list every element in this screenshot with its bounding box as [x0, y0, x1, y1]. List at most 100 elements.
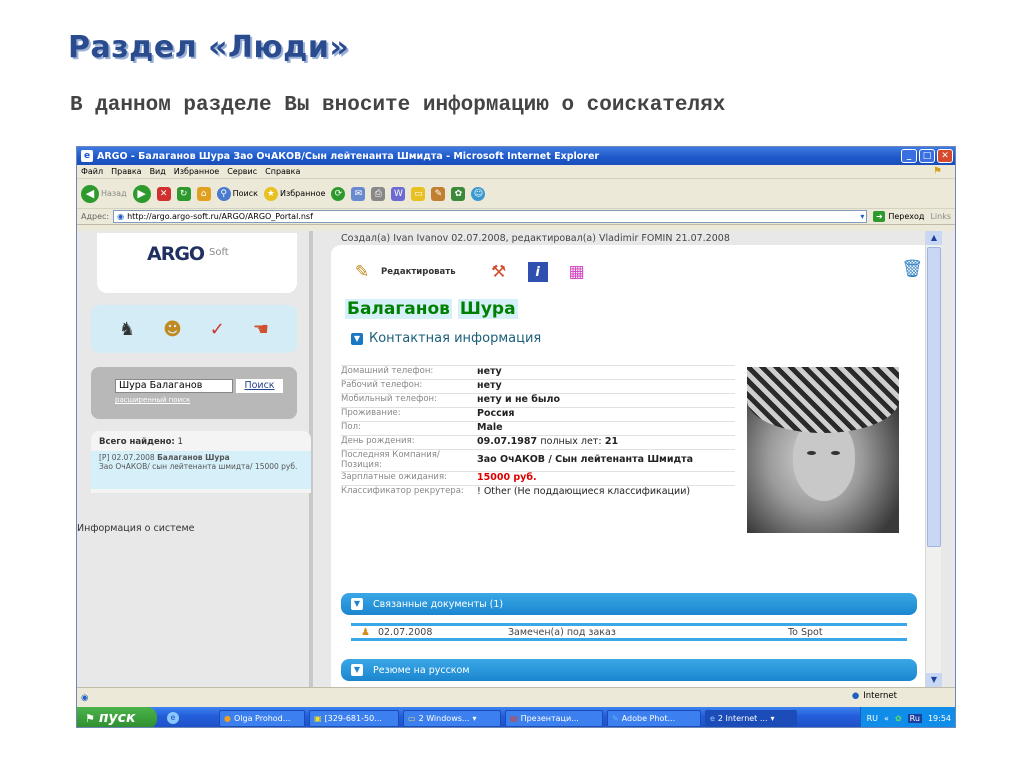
search-button[interactable]: ⚲ Поиск: [216, 186, 258, 201]
contact-section-label: Контактная информация: [369, 331, 542, 346]
hammer-icon[interactable]: ⚒: [486, 259, 512, 285]
related-docs-header[interactable]: ▼ Связанные документы (1): [341, 593, 917, 615]
resume-section-header[interactable]: ▼ Резюме на русском: [341, 659, 917, 681]
info-icon[interactable]: i: [527, 262, 548, 282]
results-count: Всего найдено: 1: [99, 437, 183, 447]
menu-help[interactable]: Справка: [265, 167, 300, 176]
trash-icon[interactable]: 🗑: [901, 259, 923, 279]
quicklaunch-ie-icon[interactable]: e: [167, 712, 179, 724]
tray-app-icon[interactable]: ✿: [895, 714, 902, 723]
task-chat[interactable]: ▣ [329-681-50...: [309, 709, 399, 727]
person-last-name: Балаганов: [345, 299, 452, 319]
favorites-label: Избранное: [279, 189, 326, 198]
users-icon[interactable]: ☺: [471, 186, 486, 201]
language-indicator[interactable]: RU: [867, 714, 878, 723]
chevron-down-icon: ▾: [472, 713, 477, 723]
palette-icon[interactable]: ▦: [564, 259, 590, 285]
field-gender: Пол: Male: [341, 421, 735, 435]
address-input[interactable]: ◉ http://argo.argo-soft.ru/ARGO/ARGO_Por…: [113, 210, 868, 223]
scroll-down-icon[interactable]: ▼: [926, 673, 942, 687]
edit-pencil-icon[interactable]: ✎: [349, 259, 375, 285]
task-windows[interactable]: ▭ 2 Windows... ▾: [403, 709, 501, 727]
window-titlebar: e ARGO - Балаганов Шура Зао ОчАКОВ/Сын л…: [77, 147, 955, 165]
field-label: Домашний телефон:: [341, 366, 434, 376]
mail-icon[interactable]: ✉: [351, 186, 366, 201]
go-arrow-icon: ➜: [873, 211, 886, 222]
person-card: ✎ Редактировать ⚒ i ▦ 🗑 Балаганов Шура ▼…: [331, 245, 935, 687]
edit-page-icon[interactable]: W: [391, 186, 406, 201]
document-row[interactable]: ♟ 02.07.2008 Замечен(а) под заказ To Spo…: [351, 623, 907, 641]
field-last-company: Последняя Компания/Позиция: Зао ОчАКОВ /…: [341, 449, 735, 471]
menu-tools[interactable]: Сервис: [227, 167, 257, 176]
field-work-phone: Рабочий телефон: нету: [341, 379, 735, 393]
close-icon[interactable]: ✕: [937, 149, 953, 163]
print-icon[interactable]: ⎙: [371, 186, 386, 201]
checkmark-icon[interactable]: ✓: [210, 319, 225, 340]
folder-icon[interactable]: ▭: [411, 186, 426, 201]
system-info-link[interactable]: Информация о системе: [77, 523, 195, 534]
people-icon[interactable]: ☻: [163, 319, 182, 340]
messenger-icon[interactable]: ✿: [451, 186, 466, 201]
forward-arrow-icon[interactable]: ▶: [132, 184, 151, 203]
field-value: нету: [477, 380, 502, 392]
task-label: 2 Windows...: [418, 713, 470, 723]
links-button[interactable]: Links: [930, 212, 951, 221]
vertical-scrollbar[interactable]: ▲ ▼: [925, 231, 942, 687]
task-internet[interactable]: e 2 Internet ... ▾: [705, 709, 797, 727]
menu-file[interactable]: Файл: [81, 167, 103, 176]
result-date: [P] 02.07.2008: [99, 453, 155, 462]
go-button[interactable]: ➜ Переход: [873, 211, 924, 222]
field-label: Зарплатные ожидания:: [341, 472, 447, 482]
contact-section-header[interactable]: ▼ Контактная информация: [351, 331, 541, 346]
resume-section-label: Резюме на русском: [373, 664, 470, 676]
collapse-icon: ▼: [351, 332, 363, 345]
research-icon[interactable]: ✎: [431, 186, 446, 201]
home-icon[interactable]: ⌂: [196, 186, 211, 201]
edit-button[interactable]: Редактировать: [381, 267, 456, 277]
field-classifier: Классификатор рекрутера: ! Other (Не под…: [341, 485, 735, 499]
photo-eye-left: [807, 451, 816, 455]
doc-status: Замечен(а) под заказ: [507, 626, 616, 638]
hand-icon[interactable]: ☚: [253, 319, 269, 340]
field-label: Пол:: [341, 422, 361, 432]
stop-icon[interactable]: ✕: [156, 186, 171, 201]
person-first-name: Шура: [457, 299, 518, 319]
contact-info-table: Домашний телефон: нету Рабочий телефон: …: [341, 365, 735, 499]
minimize-icon[interactable]: _: [901, 149, 917, 163]
start-label: пуск: [98, 710, 136, 726]
field-salary: Зарплатные ожидания: 15000 руб.: [341, 471, 735, 485]
result-item[interactable]: [P] 02.07.2008 Балаганов Шура Зао ОчАКОВ…: [91, 451, 311, 489]
tray-lang-icon[interactable]: Ru: [907, 713, 922, 723]
address-bar: Адрес: ◉ http://argo.argo-soft.ru/ARGO/A…: [77, 209, 955, 225]
task-photoshop[interactable]: ✎ Adobe Phot...: [607, 709, 701, 727]
task-presentation[interactable]: ▤ Презентаци...: [505, 709, 603, 727]
task-olga[interactable]: ● Olga Prohod...: [219, 709, 305, 727]
favorites-button[interactable]: ★ Избранное: [263, 186, 326, 201]
start-button[interactable]: ⚑ пуск: [77, 707, 157, 727]
doc-target: To Spot: [787, 626, 823, 638]
photo-eye-right: [831, 451, 840, 455]
window-title: ARGO - Балаганов Шура Зао ОчАКОВ/Сын лей…: [97, 150, 600, 162]
menu-favorites[interactable]: Избранное: [174, 167, 219, 176]
history-icon[interactable]: ⟳: [331, 186, 346, 201]
menu-edit[interactable]: Правка: [111, 167, 141, 176]
results-label: Всего найдено:: [99, 437, 175, 447]
refresh-icon[interactable]: ↻: [176, 186, 191, 201]
people-search-button[interactable]: Поиск: [236, 379, 283, 393]
related-docs-label: Связанные документы (1): [373, 598, 504, 610]
back-label: Назад: [101, 189, 127, 198]
menu-view[interactable]: Вид: [150, 167, 166, 176]
dropdown-icon[interactable]: ▾: [860, 212, 864, 221]
people-search-input[interactable]: Шура Балаганов: [115, 379, 233, 393]
field-label: Рабочий телефон:: [341, 380, 423, 390]
back-button[interactable]: ◀ Назад: [81, 184, 127, 203]
maximize-icon[interactable]: □: [919, 149, 935, 163]
result-detail: Зао ОчАКОВ/ сын лейтенанта шмидта/ 15000…: [99, 462, 298, 471]
tray-arrow-icon[interactable]: «: [884, 714, 889, 723]
chair-icon[interactable]: ♞: [119, 319, 135, 340]
person-icon: ♟: [361, 626, 370, 638]
taskbar: ⚑ пуск e ● Olga Prohod... ▣ [329-681-50.…: [77, 707, 955, 727]
scroll-thumb[interactable]: [927, 247, 941, 547]
scroll-up-icon[interactable]: ▲: [926, 231, 942, 245]
advanced-search-link[interactable]: расширенный поиск: [115, 396, 190, 404]
